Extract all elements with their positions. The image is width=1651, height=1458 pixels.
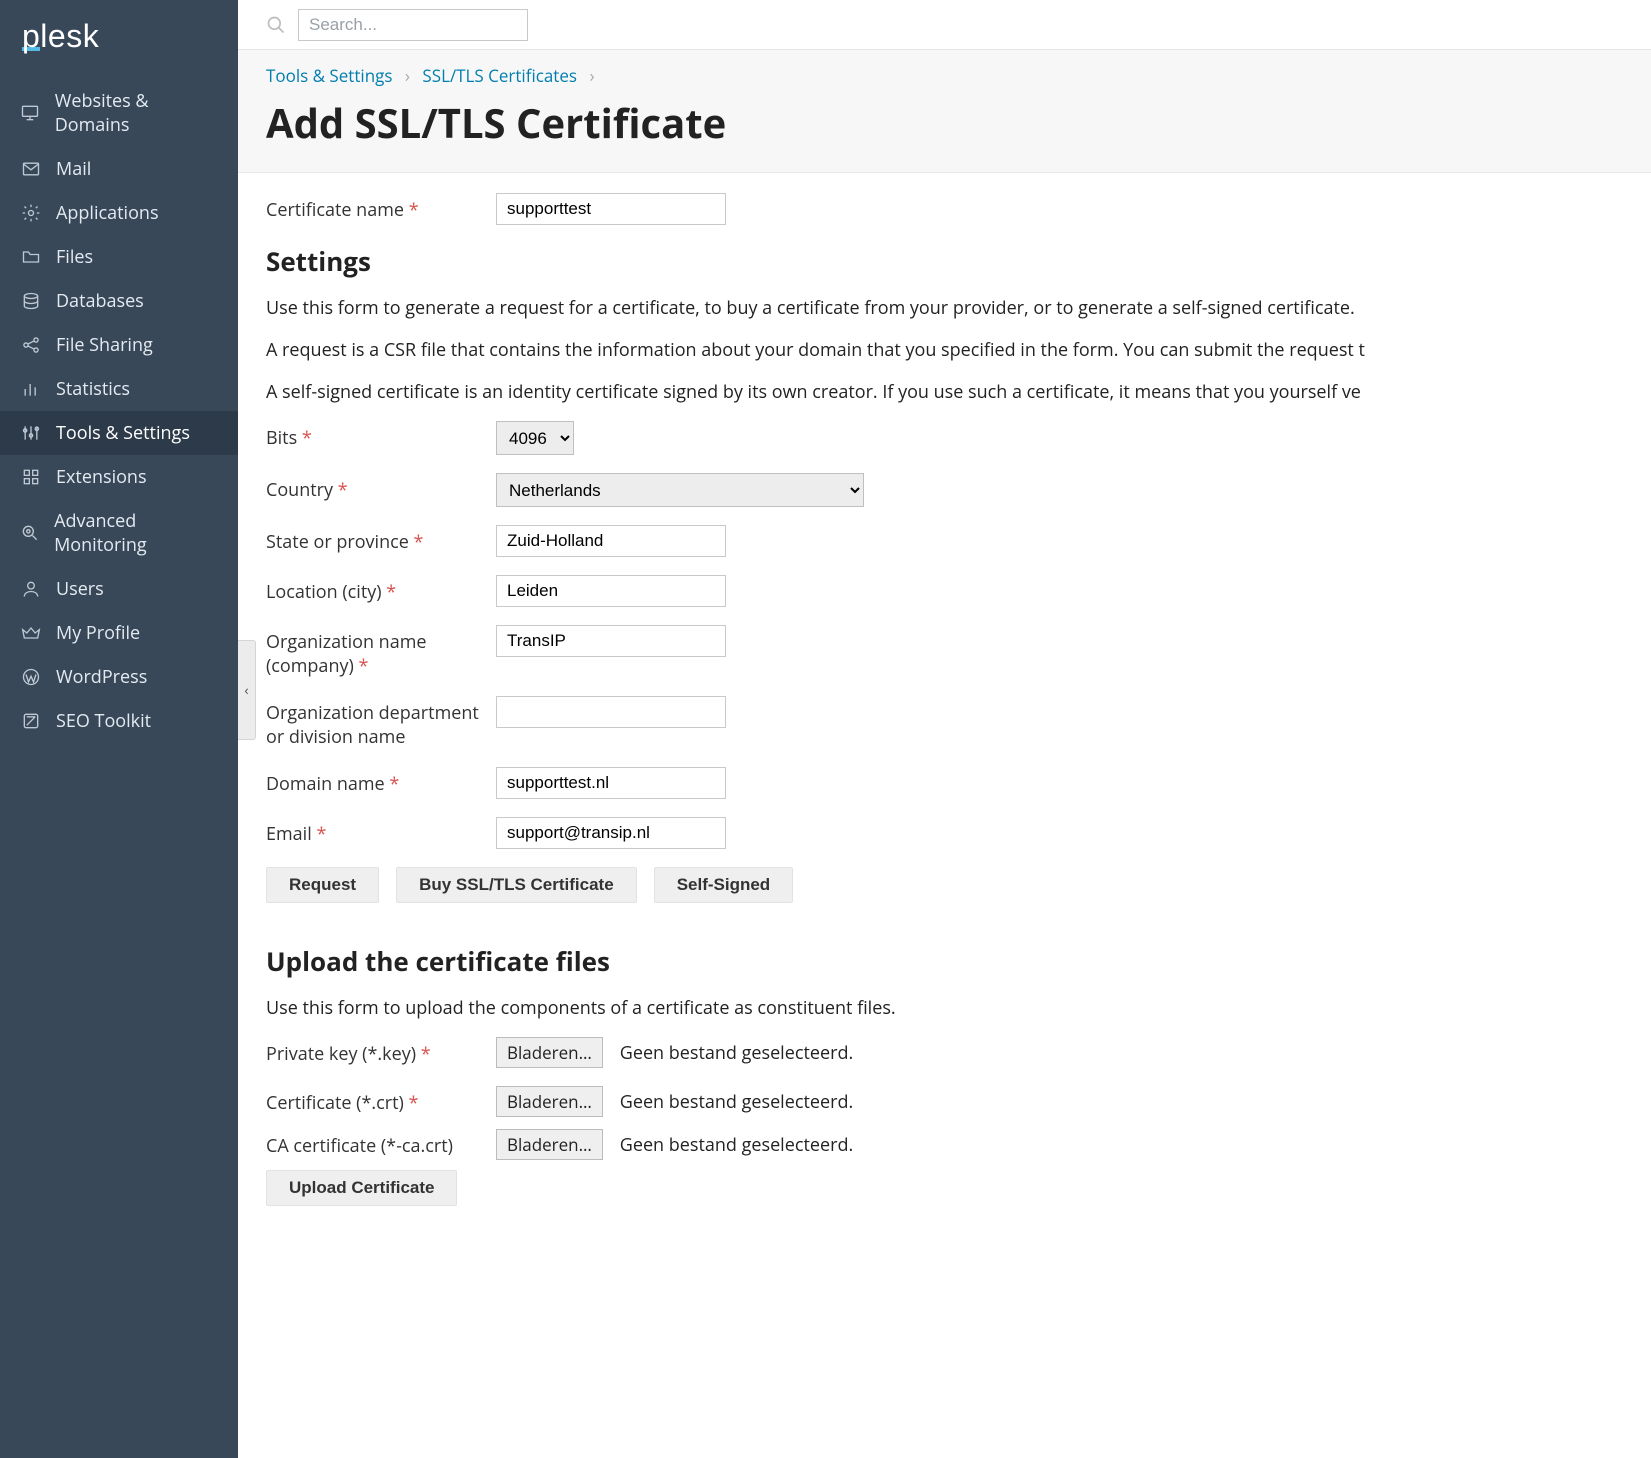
search-input[interactable]: [298, 9, 528, 41]
settings-heading: Settings: [266, 243, 1623, 279]
sidebar-item-label: Files: [56, 245, 93, 269]
sidebar-item-tools-settings[interactable]: Tools & Settings: [0, 411, 238, 455]
content: Certificate name * Settings Use this for…: [238, 173, 1651, 1458]
grid-icon: [20, 466, 42, 488]
sidebar-item-databases[interactable]: Databases: [0, 279, 238, 323]
private-key-browse-button[interactable]: Bladeren…: [496, 1037, 603, 1068]
logo: plesk: [0, 0, 238, 79]
city-label: Location (city): [266, 580, 382, 604]
sidebar-item-wordpress[interactable]: WordPress: [0, 655, 238, 699]
sidebar-item-mail[interactable]: Mail: [0, 147, 238, 191]
sidebar-collapse-handle[interactable]: ‹: [238, 640, 256, 740]
upload-heading: Upload the certificate files: [266, 943, 1623, 979]
user-icon: [20, 578, 42, 600]
sidebar-item-label: Databases: [56, 289, 144, 313]
sidebar-item-advanced-monitoring[interactable]: Advanced Monitoring: [0, 499, 238, 567]
sidebar-item-label: Users: [56, 577, 104, 601]
share-icon: [20, 334, 42, 356]
email-label: Email: [266, 822, 312, 846]
sidebar-item-label: Extensions: [56, 465, 147, 489]
sliders-icon: [20, 422, 42, 444]
mail-icon: [20, 158, 42, 180]
domain-label: Domain name: [266, 772, 385, 796]
sidebar: plesk Websites & Domains Mail Applications…: [0, 0, 238, 1458]
search-icon: [266, 15, 286, 35]
sidebar-item-label: Tools & Settings: [56, 421, 190, 445]
sidebar-item-label: Websites & Domains: [55, 89, 218, 137]
sidebar-nav: Websites & Domains Mail Applications Files D…: [0, 79, 238, 743]
sidebar-item-label: WordPress: [56, 665, 147, 689]
org-input[interactable]: [496, 625, 726, 657]
sidebar-item-label: SEO Toolkit: [56, 709, 151, 733]
bits-label: Bits: [266, 426, 297, 450]
email-input[interactable]: [496, 817, 726, 849]
stack-icon: [20, 290, 42, 312]
certificate-file-status: Geen bestand geselecteerd.: [620, 1090, 853, 1114]
upload-desc: Use this form to upload the components o…: [266, 995, 1623, 1021]
certificate-browse-button[interactable]: Bladeren…: [496, 1086, 603, 1117]
sidebar-item-applications[interactable]: Applications: [0, 191, 238, 235]
state-input[interactable]: [496, 525, 726, 557]
private-key-label: Private key (*.key): [266, 1042, 416, 1066]
ca-certificate-label: CA certificate (*-ca.crt): [266, 1134, 453, 1158]
buy-ssl-button[interactable]: Buy SSL/TLS Certificate: [396, 867, 637, 903]
wp-icon: [20, 666, 42, 688]
settings-desc-3: A self-signed certificate is an identity…: [266, 379, 1623, 405]
sidebar-item-statistics[interactable]: Statistics: [0, 367, 238, 411]
ca-certificate-browse-button[interactable]: Bladeren…: [496, 1129, 603, 1160]
magnify-icon: [20, 522, 40, 544]
dept-label: Organization department or division name: [266, 701, 479, 749]
sidebar-item-extensions[interactable]: Extensions: [0, 455, 238, 499]
gear-icon: [20, 202, 42, 224]
breadcrumb-link-tools[interactable]: Tools & Settings: [266, 64, 392, 87]
page-title: Add SSL/TLS Certificate: [266, 95, 1623, 150]
seo-icon: [20, 710, 42, 732]
upload-certificate-button[interactable]: Upload Certificate: [266, 1170, 457, 1206]
breadcrumb-link-ssl[interactable]: SSL/TLS Certificates: [422, 64, 577, 87]
sidebar-item-label: Mail: [56, 157, 91, 181]
sidebar-item-my-profile[interactable]: My Profile: [0, 611, 238, 655]
cert-name-label: Certificate name: [266, 198, 404, 222]
sidebar-item-websites-domains[interactable]: Websites & Domains: [0, 79, 238, 147]
monitor-icon: [20, 102, 41, 124]
state-label: State or province: [266, 530, 409, 554]
city-input[interactable]: [496, 575, 726, 607]
chevron-right-icon: ›: [589, 64, 594, 87]
sidebar-item-users[interactable]: Users: [0, 567, 238, 611]
bits-select[interactable]: 4096: [496, 421, 574, 455]
country-select[interactable]: Netherlands: [496, 473, 864, 507]
domain-input[interactable]: [496, 767, 726, 799]
bars-icon: [20, 378, 42, 400]
request-button[interactable]: Request: [266, 867, 379, 903]
sidebar-item-label: Advanced Monitoring: [54, 509, 218, 557]
org-label: Organization name (company): [266, 630, 426, 678]
cert-name-input[interactable]: [496, 193, 726, 225]
sidebar-item-file-sharing[interactable]: File Sharing: [0, 323, 238, 367]
sidebar-item-label: My Profile: [56, 621, 140, 645]
sidebar-item-label: File Sharing: [56, 333, 153, 357]
folder-icon: [20, 246, 42, 268]
ca-certificate-file-status: Geen bestand geselecteerd.: [620, 1133, 853, 1157]
crown-icon: [20, 622, 42, 644]
breadcrumb: Tools & Settings › SSL/TLS Certificates …: [266, 64, 1623, 87]
sidebar-item-label: Applications: [56, 201, 159, 225]
sidebar-item-seo-toolkit[interactable]: SEO Toolkit: [0, 699, 238, 743]
chevron-right-icon: ›: [405, 64, 410, 87]
certificate-file-label: Certificate (*.crt): [266, 1091, 404, 1115]
dept-input[interactable]: [496, 696, 726, 728]
settings-desc-1: Use this form to generate a request for …: [266, 295, 1623, 321]
page-header: Tools & Settings › SSL/TLS Certificates …: [238, 50, 1651, 173]
sidebar-item-label: Statistics: [56, 377, 130, 401]
country-label: Country: [266, 478, 333, 502]
self-signed-button[interactable]: Self-Signed: [654, 867, 794, 903]
sidebar-item-files[interactable]: Files: [0, 235, 238, 279]
settings-desc-2: A request is a CSR file that contains th…: [266, 337, 1623, 363]
topbar: [238, 0, 1651, 50]
private-key-file-status: Geen bestand geselecteerd.: [620, 1041, 853, 1065]
